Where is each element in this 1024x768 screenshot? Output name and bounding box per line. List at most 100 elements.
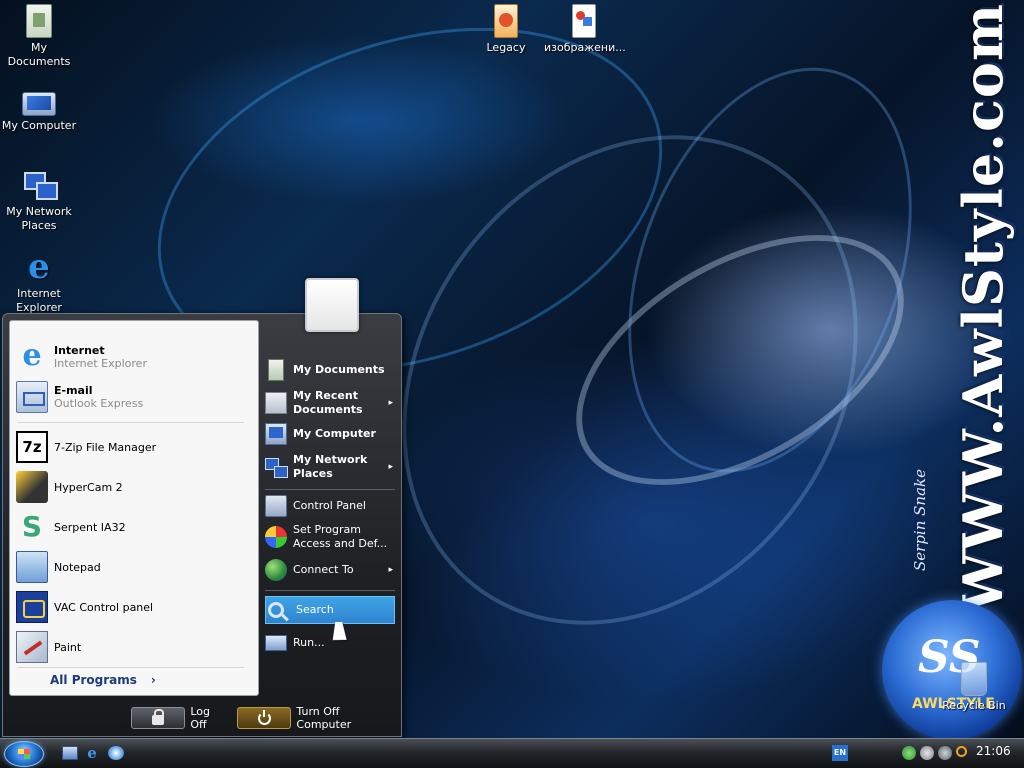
search-tray-icon[interactable] — [956, 746, 967, 757]
start-place-recent-documents[interactable]: My Recent Documents ▸ — [265, 388, 395, 418]
network-places-icon — [22, 168, 58, 202]
taskbar-clock[interactable]: 21:06 — [976, 744, 1011, 758]
user-picture[interactable] — [305, 278, 359, 332]
start-system-set-program-access[interactable]: Set Program Access and Def... — [265, 522, 395, 552]
desktop-icon-my-computer[interactable]: My Computer — [0, 86, 79, 133]
chevron-right-icon: › — [150, 673, 156, 687]
log-off-button[interactable] — [131, 707, 186, 729]
my-documents-icon — [26, 4, 52, 38]
taskbar — [0, 738, 1024, 768]
start-button[interactable] — [4, 741, 44, 767]
connect-to-icon — [265, 559, 287, 581]
recent-documents-icon — [265, 392, 287, 414]
desktop-icon-image-file[interactable]: изображени... — [544, 4, 626, 55]
submenu-arrow-icon: ▸ — [388, 565, 393, 575]
start-tool-run[interactable]: Run... — [265, 632, 395, 654]
desktop-icon-my-documents[interactable]: My Documents — [0, 4, 79, 69]
image-file-icon — [572, 4, 596, 38]
start-item-title: Notepad — [54, 560, 101, 574]
desktop-icon-legacy[interactable]: Legacy — [466, 4, 546, 55]
wallpaper-subtitle: Serpin Snake — [911, 469, 929, 571]
start-menu-programs-pane: e Internet Internet Explorer E-mail Outl… — [9, 320, 259, 696]
desktop-icon-label: My Documents — [7, 41, 71, 68]
start-place-my-documents[interactable]: My Documents — [265, 359, 395, 381]
start-item-email[interactable]: E-mail Outlook Express — [16, 379, 252, 415]
log-off-label[interactable]: Log Off — [190, 705, 227, 731]
internet-explorer-icon: e — [28, 247, 50, 287]
desktop-icon-label: Recycle Bin — [942, 699, 1006, 712]
desktop-icon-recycle-bin[interactable]: Recycle Bin — [934, 662, 1014, 713]
serpent-icon: S — [21, 510, 43, 543]
show-desktop-icon[interactable] — [62, 746, 78, 760]
desktop-icon-internet-explorer[interactable]: e Internet Explorer — [0, 250, 79, 315]
turn-off-button[interactable] — [237, 707, 292, 729]
all-programs-label: All Programs — [50, 673, 137, 687]
start-item-title: VAC Control panel — [54, 600, 154, 614]
wallpaper-streak — [534, 183, 946, 537]
legacy-icon — [494, 4, 518, 38]
internet-explorer-icon: e — [22, 338, 42, 373]
desktop-icon-label: Legacy — [486, 41, 526, 54]
start-item-hypercam[interactable]: HyperCam 2 — [16, 469, 252, 505]
start-item-subtitle: Internet Explorer — [54, 357, 147, 370]
start-item-title: Paint — [54, 640, 82, 654]
start-item-internet[interactable]: e Internet Internet Explorer — [16, 339, 252, 375]
start-menu-separator — [18, 667, 244, 668]
start-menu-separator — [18, 422, 244, 423]
my-documents-icon — [268, 359, 284, 381]
start-item-serpent[interactable]: S Serpent IA32 — [16, 509, 252, 545]
network-tray-icon[interactable] — [902, 746, 916, 760]
start-place-network-places[interactable]: My Network Places ▸ — [265, 452, 395, 482]
language-indicator[interactable]: EN — [832, 745, 848, 761]
speaker-tray-icon[interactable] — [920, 746, 934, 760]
my-computer-icon — [265, 423, 287, 445]
media-player-icon[interactable] — [108, 746, 124, 760]
vac-icon — [16, 591, 48, 623]
desktop-icon-label: My Computer — [1, 119, 77, 132]
start-item-title: Internet — [54, 344, 105, 357]
submenu-arrow-icon: ▸ — [388, 462, 393, 472]
start-place-my-computer[interactable]: My Computer — [265, 423, 395, 445]
start-system-label: Control Panel — [293, 499, 366, 512]
internet-explorer-icon[interactable]: e — [84, 746, 100, 761]
start-place-label: My Network Places — [293, 453, 368, 480]
mouse-cursor-icon — [332, 622, 350, 640]
desktop-icon-network-places[interactable]: My Network Places — [0, 168, 79, 233]
start-item-notepad[interactable]: Notepad — [16, 549, 252, 585]
device-tray-icon[interactable] — [938, 746, 952, 760]
lock-icon — [152, 709, 165, 725]
start-item-subtitle: Outlook Express — [54, 397, 144, 410]
start-place-label: My Recent Documents — [293, 389, 363, 416]
wallpaper-streak — [308, 46, 952, 714]
start-menu-separator — [265, 590, 395, 591]
recycle-bin-icon — [961, 662, 987, 696]
start-item-title: E-mail — [54, 384, 93, 397]
start-menu: e Internet Internet Explorer E-mail Outl… — [2, 313, 402, 737]
start-tool-label: Run... — [293, 636, 325, 649]
start-item-title: Serpent IA32 — [54, 520, 126, 534]
search-icon — [268, 602, 284, 618]
start-tool-search[interactable]: Search — [265, 596, 395, 624]
start-item-title: HyperCam 2 — [54, 480, 123, 494]
all-programs-button[interactable]: All Programs › — [50, 673, 156, 687]
start-item-paint[interactable]: Paint — [16, 629, 252, 665]
wallpaper-brand-text: WWW.AwlStyle.com — [951, 2, 1015, 614]
network-places-icon — [265, 456, 288, 478]
start-system-control-panel[interactable]: Control Panel — [265, 495, 395, 517]
start-item-title: 7-Zip File Manager — [54, 440, 157, 454]
7zip-icon: 7z — [16, 431, 48, 463]
start-system-label: Connect To — [293, 563, 354, 576]
notepad-icon — [16, 551, 48, 583]
run-icon — [265, 635, 287, 651]
desktop-icon-label: Internet Explorer — [16, 287, 62, 314]
hypercam-icon — [16, 471, 48, 503]
start-place-label: My Computer — [293, 427, 376, 440]
start-item-vac[interactable]: VAC Control panel — [16, 589, 252, 625]
turn-off-label[interactable]: Turn Off Computer — [296, 705, 391, 731]
start-menu-separator — [265, 489, 395, 490]
start-item-7zip[interactable]: 7z 7-Zip File Manager — [16, 429, 252, 465]
start-system-connect-to[interactable]: Connect To ▸ — [265, 559, 395, 581]
email-icon — [16, 381, 48, 413]
set-program-access-icon — [265, 526, 287, 548]
desktop-icon-label: изображени... — [544, 41, 626, 54]
